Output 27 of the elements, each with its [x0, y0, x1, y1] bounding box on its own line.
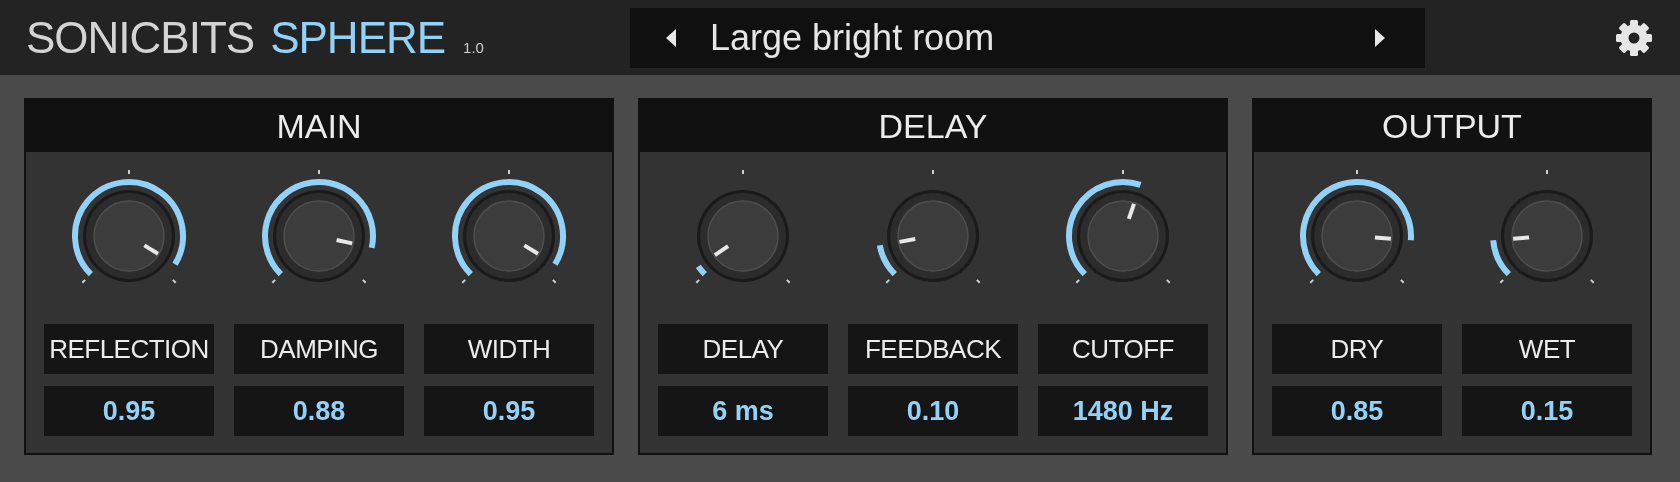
version-label: 1.0 — [463, 38, 484, 56]
section-title: OUTPUT — [1254, 100, 1650, 152]
section-title: MAIN — [26, 100, 612, 152]
parameter-label: DELAY — [658, 324, 828, 374]
parameter-label: WET — [1462, 324, 1632, 374]
previous-preset-icon[interactable] — [664, 26, 678, 49]
parameter-value[interactable]: 0.88 — [234, 386, 404, 436]
product-name: SPHERE — [270, 12, 446, 63]
parameter-label: REFLECTION — [44, 324, 214, 374]
parameter-label: FEEDBACK — [848, 324, 1018, 374]
parameter-value[interactable]: 0.95 — [44, 386, 214, 436]
preset-name: Large bright room — [710, 16, 996, 59]
parameter-label: CUTOFF — [1038, 324, 1208, 374]
parameter-value[interactable]: 6 ms — [658, 386, 828, 436]
section-title: DELAY — [640, 100, 1226, 152]
parameter-value[interactable]: 0.85 — [1272, 386, 1442, 436]
parameter-value[interactable]: 0.15 — [1462, 386, 1632, 436]
settings-icon[interactable] — [1614, 17, 1654, 58]
parameter-label: DAMPING — [234, 324, 404, 374]
parameter-value[interactable]: 1480 Hz — [1038, 386, 1208, 436]
parameter-label: WIDTH — [424, 324, 594, 374]
parameter-value[interactable]: 0.10 — [848, 386, 1018, 436]
next-preset-icon[interactable] — [1373, 26, 1387, 49]
preset-selector[interactable]: Large bright room — [630, 7, 1425, 68]
brand-name: SONICBITS — [26, 12, 255, 63]
parameter-label: DRY — [1272, 324, 1442, 374]
parameter-value[interactable]: 0.95 — [424, 386, 594, 436]
